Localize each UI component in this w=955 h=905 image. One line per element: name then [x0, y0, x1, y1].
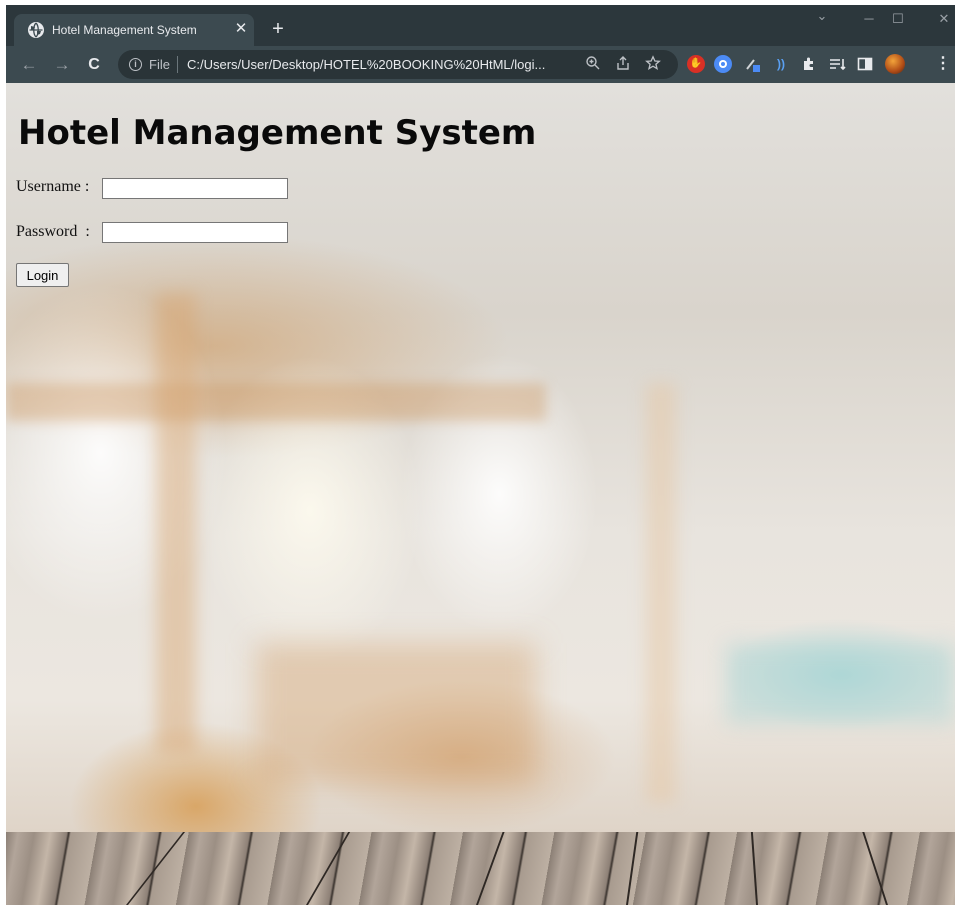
forward-icon[interactable]: → — [52, 55, 72, 75]
info-icon[interactable]: i — [129, 58, 142, 71]
page-viewport: Hotel Management System Username : Passw… — [6, 83, 955, 905]
tab-search-chevron-icon[interactable]: ⌄ — [812, 8, 832, 24]
browser-window: Hotel Management System ✕ + ⌄ ─ ☐ ✕ ← → … — [6, 5, 955, 905]
login-button[interactable]: Login — [16, 263, 69, 287]
read-aloud-icon[interactable]: )) — [772, 55, 790, 73]
share-icon[interactable] — [614, 55, 632, 73]
password-label: Password : — [16, 223, 90, 240]
maximize-icon[interactable]: ☐ — [888, 11, 908, 27]
profile-avatar[interactable] — [885, 54, 905, 74]
tab-title: Hotel Management System — [52, 23, 197, 37]
wooden-floor — [6, 832, 955, 905]
reload-icon[interactable]: C — [84, 55, 104, 75]
puzzle-extensions-icon[interactable] — [800, 55, 818, 73]
minimize-icon[interactable]: ─ — [859, 11, 879, 26]
side-panel-icon[interactable] — [856, 55, 874, 73]
search-extension-icon[interactable] — [714, 55, 732, 73]
browser-toolbar: ← → C i File C:/Users/User/Desktop/HOTEL… — [6, 46, 955, 83]
close-window-icon[interactable]: ✕ — [934, 11, 954, 27]
tab-close-icon[interactable]: ✕ — [232, 20, 250, 38]
browser-menu-icon[interactable]: ⋮ — [934, 55, 952, 73]
adblock-icon[interactable]: ✋ — [687, 55, 705, 73]
tab-hotel-management-system[interactable]: Hotel Management System ✕ — [14, 14, 254, 46]
tab-strip: Hotel Management System ✕ + ⌄ ─ ☐ ✕ — [6, 5, 955, 46]
username-label: Username : — [16, 178, 90, 195]
back-icon[interactable]: ← — [19, 55, 39, 75]
zoom-icon[interactable] — [584, 55, 602, 73]
url-scheme-label: File — [149, 57, 170, 72]
reading-list-icon[interactable] — [828, 55, 846, 73]
username-input[interactable] — [102, 178, 288, 199]
password-row: Password : — [16, 223, 90, 241]
globe-icon — [28, 22, 44, 38]
password-input[interactable] — [102, 222, 288, 243]
address-separator — [177, 56, 178, 73]
new-tab-icon[interactable]: + — [268, 19, 288, 39]
address-bar[interactable]: i File C:/Users/User/Desktop/HOTEL%20BOO… — [118, 50, 678, 79]
username-row: Username : — [16, 178, 89, 196]
bookmark-star-icon[interactable] — [644, 55, 662, 73]
page-title: Hotel Management System — [18, 113, 537, 153]
url-text[interactable]: C:/Users/User/Desktop/HOTEL%20BOOKING%20… — [187, 57, 545, 72]
eyedropper-extension-icon[interactable] — [744, 55, 762, 73]
